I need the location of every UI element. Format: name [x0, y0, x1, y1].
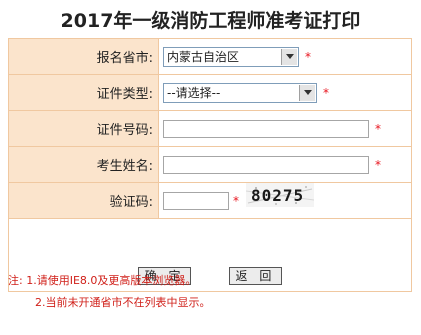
chevron-down-icon[interactable]	[281, 48, 297, 65]
back-button[interactable]: 返 回	[228, 267, 283, 285]
chevron-down-icon[interactable]	[299, 84, 315, 101]
required-mark: *	[305, 49, 311, 64]
province-select-value: 内蒙古自治区	[167, 49, 240, 64]
note-item: 2.当前未开通省市不在列表中显示。	[35, 296, 211, 309]
id-type-select-value: --请选择--	[167, 85, 221, 100]
province-select[interactable]: 内蒙古自治区	[163, 46, 299, 67]
captcha-label: 验证码:	[8, 182, 159, 219]
captcha-row: 验证码: * 80275	[8, 182, 412, 219]
notes: 注: 1.请使用IE8.0及更高版本浏览器。 2.当前未开通省市不在列表中显示。	[8, 270, 211, 314]
province-label: 报名省市:	[8, 38, 159, 75]
name-row: 考生姓名: *	[8, 146, 412, 183]
name-label: 考生姓名:	[8, 146, 159, 183]
id-type-select[interactable]: --请选择--	[163, 82, 317, 103]
captcha-image-text: 80275	[251, 186, 304, 205]
required-mark: *	[323, 85, 329, 100]
required-mark: *	[375, 158, 381, 173]
id-type-label: 证件类型:	[8, 74, 159, 111]
required-mark: *	[233, 193, 239, 208]
id-type-row: 证件类型: --请选择-- *	[8, 74, 412, 111]
required-mark: *	[375, 122, 381, 137]
name-input[interactable]	[163, 156, 369, 175]
page-title: 2017年一级消防工程师准考证打印	[60, 10, 361, 32]
id-number-row: 证件号码: *	[8, 110, 412, 147]
province-row: 报名省市: 内蒙古自治区 *	[8, 38, 412, 75]
note-item: 注: 1.请使用IE8.0及更高版本浏览器。	[8, 274, 197, 287]
captcha-image[interactable]: 80275	[246, 182, 315, 207]
captcha-input[interactable]	[163, 191, 229, 210]
id-number-input[interactable]	[163, 120, 369, 139]
admission-ticket-form: 报名省市: 内蒙古自治区 * 证件类型: --请选择-- * 证件号码: * 考…	[8, 38, 412, 292]
id-number-label: 证件号码:	[8, 110, 159, 147]
